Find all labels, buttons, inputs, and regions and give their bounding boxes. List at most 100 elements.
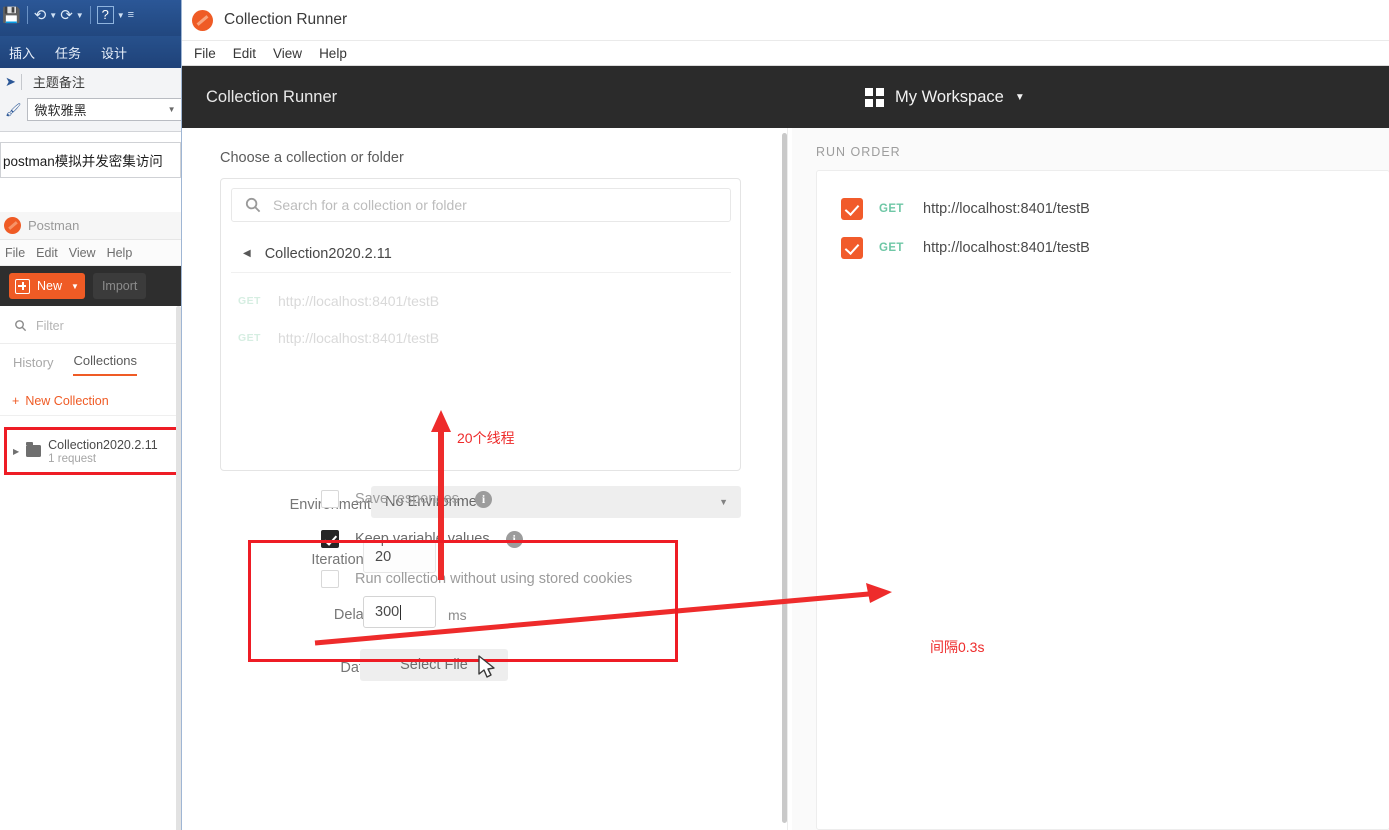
menu-view[interactable]: View xyxy=(273,46,302,61)
postman-logo-icon xyxy=(192,9,213,31)
menu-edit[interactable]: Edit xyxy=(36,246,58,260)
menu-file[interactable]: File xyxy=(5,246,25,260)
redo-icon[interactable]: ⟳ xyxy=(60,8,73,23)
checkbox[interactable] xyxy=(321,530,339,548)
request-method: GET xyxy=(238,295,261,307)
select-file-button[interactable]: Select File xyxy=(360,649,508,681)
annotation-interval-note: 间隔0.3s xyxy=(930,639,985,655)
option-run-without-cookies[interactable]: Run collection without using stored cook… xyxy=(321,570,632,588)
slide-title-text: postman模拟并发密集访问 xyxy=(3,154,163,169)
sidebar-filter-input[interactable]: Filter xyxy=(0,308,181,344)
chevron-left-icon[interactable]: ◀ xyxy=(243,248,251,259)
data-row: Data Select File xyxy=(182,648,783,703)
ribbon-tab-insert[interactable]: 插入 xyxy=(0,43,45,62)
chevron-down-icon: ▼ xyxy=(719,497,728,507)
office-titlebar: 💾 ⟲ ▼ ⟳ ▼ ? ▼ ≡ xyxy=(0,0,181,36)
request-url: http://localhost:8401/testB xyxy=(278,330,440,346)
text-cursor xyxy=(400,604,402,620)
menu-edit[interactable]: Edit xyxy=(233,46,256,61)
runner-header-bar: Collection Runner My Workspace ▼ xyxy=(182,66,1389,128)
runner-left-pane: Choose a collection or folder Search for… xyxy=(182,128,783,830)
help-dropdown-icon[interactable]: ▼ xyxy=(117,11,125,20)
iterations-value: 20 xyxy=(375,549,392,565)
sidebar-tabs[interactable]: History Collections xyxy=(0,344,181,376)
checkbox[interactable] xyxy=(321,570,339,588)
delay-unit: ms xyxy=(448,607,467,623)
table-row[interactable]: GET http://localhost:8401/testB xyxy=(841,237,1090,259)
font-name-select[interactable]: 微软雅黑 ▼ xyxy=(26,98,181,121)
postman-main-window: Postman File Edit View Help New ▼ Import xyxy=(0,212,181,830)
request-method: GET xyxy=(879,242,904,254)
menu-file[interactable]: File xyxy=(194,46,216,61)
ribbon-tab-design[interactable]: 设计 xyxy=(91,43,137,62)
undo-icon[interactable]: ⟲ xyxy=(34,8,47,23)
new-collection-button[interactable]: + New Collection xyxy=(0,386,181,416)
screen-root: 💾 ⟲ ▼ ⟳ ▼ ? ▼ ≡ 插入 任务 设计 ➤ 主题备注 🖌 微软雅黑 ▼… xyxy=(0,0,1389,830)
customize-toolbar-icon[interactable]: ≡ xyxy=(128,9,134,21)
tab-collections[interactable]: Collections xyxy=(73,353,138,376)
new-button-label: New xyxy=(37,279,63,293)
chevron-right-icon[interactable]: ▶ xyxy=(13,447,19,456)
menu-help[interactable]: Help xyxy=(107,246,133,260)
chevron-down-icon: ▼ xyxy=(167,105,176,114)
page-title: Collection Runner xyxy=(206,87,338,106)
run-order-list: GET http://localhost:8401/testB GET http… xyxy=(816,170,1389,830)
request-method: GET xyxy=(879,203,904,215)
postman-menubar[interactable]: File Edit View Help xyxy=(0,240,181,266)
chevron-down-icon[interactable]: ▼ xyxy=(69,282,79,291)
format-painter-icon[interactable]: 🖌 xyxy=(0,102,27,118)
info-icon[interactable]: i xyxy=(474,490,492,508)
expand-arrow-icon[interactable]: ➤ xyxy=(0,74,21,90)
postman-titlebar: Postman xyxy=(0,212,181,240)
save-icon[interactable]: 💾 xyxy=(2,8,21,23)
theme-notes-label: 主题备注 xyxy=(32,75,85,90)
undo-dropdown-icon[interactable]: ▼ xyxy=(49,11,57,20)
collection-name: Collection2020.2.11 xyxy=(48,437,158,452)
runner-window-title: Collection Runner xyxy=(224,11,348,28)
divider xyxy=(89,6,91,24)
help-icon[interactable]: ? xyxy=(96,6,114,24)
choose-collection-label: Choose a collection or folder xyxy=(220,150,404,166)
option-save-responses[interactable]: Save responses i xyxy=(321,490,492,508)
delay-input[interactable]: 300 xyxy=(363,596,436,628)
import-button[interactable]: Import xyxy=(92,273,147,299)
collection-runner-window: Collection Runner File Edit View Help Co… xyxy=(181,0,1389,830)
checkbox[interactable] xyxy=(321,490,339,508)
info-icon[interactable]: i xyxy=(505,530,523,548)
breadcrumb[interactable]: ◀ Collection2020.2.11 xyxy=(231,235,731,273)
delay-value: 300 xyxy=(375,604,400,620)
new-button[interactable]: New ▼ xyxy=(9,273,85,299)
request-url: http://localhost:8401/testB xyxy=(278,293,440,309)
grid-icon xyxy=(865,87,884,107)
collection-request-count: 1 request xyxy=(48,453,97,466)
slide-title-textbox[interactable]: postman模拟并发密集访问 xyxy=(0,142,181,178)
table-row[interactable]: GET http://localhost:8401/testB xyxy=(841,198,1090,220)
workspace-selector[interactable]: My Workspace ▼ xyxy=(865,87,1025,107)
delay-row: Delay 300 ms xyxy=(182,593,783,648)
list-item[interactable]: GET http://localhost:8401/testB xyxy=(231,283,731,319)
request-url: http://localhost:8401/testB xyxy=(923,201,1090,217)
annotation-threads-note: 20个线程 xyxy=(457,430,515,446)
checkbox[interactable] xyxy=(841,198,863,220)
ribbon-notes-row: ➤ 主题备注 xyxy=(0,72,85,91)
runner-menubar[interactable]: File Edit View Help xyxy=(182,41,1389,66)
redo-dropdown-icon[interactable]: ▼ xyxy=(76,11,84,20)
list-item[interactable]: GET http://localhost:8401/testB xyxy=(231,320,731,356)
plus-glyph-icon: + xyxy=(12,393,20,408)
office-ribbon-tabs[interactable]: 插入 任务 设计 xyxy=(0,36,181,68)
plus-icon xyxy=(15,278,30,294)
quick-access-toolbar[interactable]: 💾 ⟲ ▼ ⟳ ▼ ? ▼ ≡ xyxy=(2,6,134,24)
postman-toolbar: New ▼ Import xyxy=(0,266,181,306)
request-method: GET xyxy=(238,332,261,344)
ribbon-tab-task[interactable]: 任务 xyxy=(45,43,91,62)
menu-help[interactable]: Help xyxy=(319,46,347,61)
search-input[interactable]: Search for a collection or folder xyxy=(231,188,731,222)
checkbox[interactable] xyxy=(841,237,863,259)
option-keep-variable-values[interactable]: Keep variable values i xyxy=(321,530,523,548)
menu-view[interactable]: View xyxy=(69,246,96,260)
sidebar-collection-item[interactable]: ▶ Collection2020.2.11 1 request xyxy=(4,427,181,475)
runner-right-pane: RUN ORDER GET http://localhost:8401/test… xyxy=(792,128,1389,830)
tab-history[interactable]: History xyxy=(13,355,53,376)
folder-icon xyxy=(26,442,42,457)
search-icon xyxy=(15,320,27,332)
